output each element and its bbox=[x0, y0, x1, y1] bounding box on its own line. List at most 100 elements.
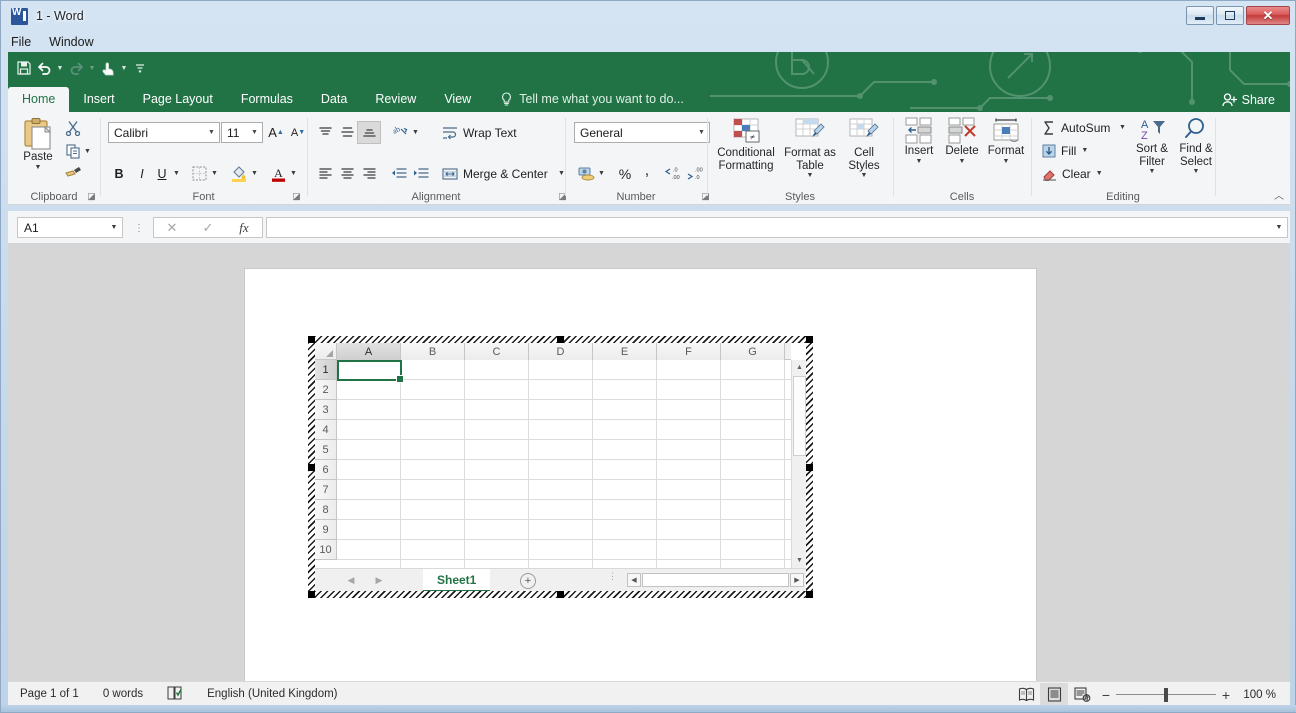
format-cells-button[interactable]: Format ▼ bbox=[984, 117, 1028, 165]
align-right-icon[interactable] bbox=[358, 163, 380, 184]
row-header-2[interactable]: 2 bbox=[315, 380, 337, 400]
cell-styles-button[interactable]: Cell Styles ▼ bbox=[840, 117, 888, 179]
font-size-box[interactable]: 11 ▼ bbox=[221, 122, 263, 143]
percent-style-icon[interactable]: % bbox=[614, 163, 636, 184]
resize-handle-nw[interactable] bbox=[308, 336, 315, 343]
active-cell-a1[interactable] bbox=[337, 360, 402, 381]
minimize-button[interactable] bbox=[1186, 6, 1214, 25]
menu-item-file[interactable]: File bbox=[2, 33, 40, 51]
find-select-dropdown-icon[interactable]: ▼ bbox=[1193, 168, 1200, 175]
row-header-10[interactable]: 10 bbox=[315, 540, 337, 560]
decrease-font-size-icon[interactable]: A▼ bbox=[288, 122, 308, 143]
merge-center-button[interactable]: Merge & Center bbox=[438, 163, 552, 184]
insert-cells-dropdown-icon[interactable]: ▼ bbox=[916, 158, 923, 165]
copy-icon[interactable] bbox=[63, 142, 83, 160]
scroll-left-icon[interactable]: ◀ bbox=[627, 573, 641, 587]
borders-dropdown-icon[interactable]: ▼ bbox=[209, 163, 220, 184]
embedded-worksheet-object[interactable]: A B C D E F G 1 2 3 4 5 6 7 8 bbox=[308, 336, 813, 598]
share-button[interactable]: Share bbox=[1212, 89, 1285, 111]
font-color-dropdown-icon[interactable]: ▼ bbox=[288, 163, 299, 184]
tell-me-box[interactable]: Tell me what you want to do... bbox=[485, 87, 694, 112]
copy-dropdown-icon[interactable]: ▼ bbox=[82, 142, 93, 160]
resize-handle-se[interactable] bbox=[806, 591, 813, 598]
align-bottom-icon[interactable] bbox=[358, 122, 380, 143]
close-button[interactable]: ✕ bbox=[1246, 6, 1290, 25]
tab-insert[interactable]: Insert bbox=[69, 87, 128, 112]
align-left-icon[interactable] bbox=[314, 163, 336, 184]
zoom-slider-thumb[interactable] bbox=[1164, 688, 1168, 702]
sheet-tab-sheet1[interactable]: Sheet1 bbox=[423, 569, 490, 591]
fill-dropdown-icon[interactable]: ▼ bbox=[1081, 147, 1088, 154]
clear-dropdown-icon[interactable]: ▼ bbox=[1096, 170, 1103, 177]
resize-handle-s[interactable] bbox=[557, 591, 564, 598]
cell-styles-dropdown-icon[interactable]: ▼ bbox=[861, 172, 868, 179]
column-header-f[interactable]: F bbox=[657, 343, 721, 360]
decrease-indent-icon[interactable] bbox=[388, 163, 410, 184]
tab-review[interactable]: Review bbox=[361, 87, 430, 112]
tab-home[interactable]: Home bbox=[8, 87, 69, 112]
add-sheet-icon[interactable]: + bbox=[520, 573, 536, 589]
borders-icon[interactable] bbox=[189, 163, 209, 184]
tab-data[interactable]: Data bbox=[307, 87, 361, 112]
sheet-bar-grip[interactable]: ⋮ bbox=[608, 574, 617, 579]
bold-button[interactable]: B bbox=[108, 163, 130, 184]
conditional-formatting-button[interactable]: ≠ Conditional Formatting bbox=[712, 117, 780, 172]
font-dialog-launcher[interactable]: ◪ bbox=[291, 191, 302, 202]
tab-view[interactable]: View bbox=[430, 87, 485, 112]
format-as-table-dropdown-icon[interactable]: ▼ bbox=[807, 172, 814, 179]
cancel-icon[interactable]: ✕ bbox=[154, 220, 190, 236]
autosum-button[interactable]: AutoSum bbox=[1038, 117, 1114, 138]
increase-indent-icon[interactable] bbox=[410, 163, 432, 184]
increase-font-size-icon[interactable]: A▲ bbox=[266, 122, 286, 143]
read-mode-icon[interactable] bbox=[1012, 683, 1040, 706]
orientation-dropdown-icon[interactable]: ▼ bbox=[410, 122, 421, 143]
touch-mode-dropdown-icon[interactable]: ▼ bbox=[119, 59, 129, 77]
format-cells-dropdown-icon[interactable]: ▼ bbox=[1003, 158, 1010, 165]
resize-handle-ne[interactable] bbox=[806, 336, 813, 343]
align-center-icon[interactable] bbox=[336, 163, 358, 184]
column-header-d[interactable]: D bbox=[529, 343, 593, 360]
page-indicator[interactable]: Page 1 of 1 bbox=[8, 688, 91, 700]
increase-decimal-icon[interactable]: .0.00 bbox=[661, 163, 683, 184]
formula-input[interactable]: ▼ bbox=[266, 217, 1288, 238]
touch-mode-icon[interactable] bbox=[99, 59, 117, 77]
resize-handle-w[interactable] bbox=[308, 464, 315, 471]
column-header-c[interactable]: C bbox=[465, 343, 529, 360]
align-top-icon[interactable] bbox=[314, 122, 336, 143]
scroll-down-icon[interactable]: ▼ bbox=[792, 553, 806, 568]
prev-sheet-icon[interactable]: ◀ bbox=[343, 573, 359, 588]
row-header-9[interactable]: 9 bbox=[315, 520, 337, 540]
italic-button[interactable]: I bbox=[131, 163, 153, 184]
next-sheet-icon[interactable]: ▶ bbox=[371, 573, 387, 588]
column-header-b[interactable]: B bbox=[401, 343, 465, 360]
row-header-6[interactable]: 6 bbox=[315, 460, 337, 480]
font-color-icon[interactable]: A bbox=[268, 163, 288, 184]
chevron-down-icon[interactable]: ▼ bbox=[1271, 224, 1287, 231]
scroll-up-icon[interactable]: ▲ bbox=[792, 360, 806, 375]
fill-button[interactable]: Fill ▼ bbox=[1038, 140, 1092, 161]
zoom-slider[interactable] bbox=[1116, 688, 1216, 702]
row-header-1[interactable]: 1 bbox=[315, 360, 337, 380]
resize-handle-sw[interactable] bbox=[308, 591, 315, 598]
maximize-button[interactable] bbox=[1216, 6, 1244, 25]
zoom-in-button[interactable]: + bbox=[1216, 687, 1236, 703]
column-header-a[interactable]: A bbox=[337, 343, 401, 360]
accounting-format-dropdown-icon[interactable]: ▼ bbox=[596, 163, 607, 184]
comma-style-icon[interactable]: , bbox=[636, 163, 658, 184]
language-indicator[interactable]: English (United Kingdom) bbox=[195, 688, 349, 700]
number-format-box[interactable]: General ▼ bbox=[574, 122, 710, 143]
web-layout-icon[interactable] bbox=[1068, 683, 1096, 706]
scroll-right-icon[interactable]: ▶ bbox=[790, 573, 804, 587]
underline-button[interactable]: U bbox=[153, 163, 171, 184]
undo-dropdown-icon[interactable]: ▼ bbox=[55, 59, 65, 77]
vertical-scrollbar[interactable]: ▲ ▼ bbox=[791, 360, 806, 568]
word-count[interactable]: 0 words bbox=[91, 688, 155, 700]
customize-qat-icon[interactable] bbox=[131, 59, 149, 77]
confirm-icon[interactable]: ✓ bbox=[190, 220, 226, 236]
horizontal-scroll-track[interactable] bbox=[642, 573, 789, 587]
format-as-table-button[interactable]: Format as Table ▼ bbox=[782, 117, 838, 179]
wrap-text-button[interactable]: Wrap Text bbox=[438, 122, 521, 143]
fill-color-dropdown-icon[interactable]: ▼ bbox=[249, 163, 260, 184]
tab-formulas[interactable]: Formulas bbox=[227, 87, 307, 112]
row-header-3[interactable]: 3 bbox=[315, 400, 337, 420]
